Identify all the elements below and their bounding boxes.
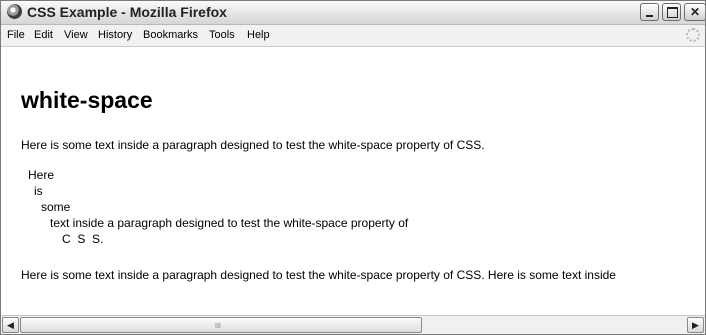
browser-window: CSS Example - Mozilla Firefox ✕ File Edi… — [0, 0, 706, 335]
maximize-button[interactable] — [662, 3, 681, 21]
pre-line-2: is — [34, 184, 43, 198]
paragraph-nowrap: Here is some text inside a paragraph des… — [21, 268, 616, 282]
right-arrow-icon: ▶ — [692, 320, 699, 330]
scroll-left-button[interactable]: ◀ — [2, 317, 19, 333]
close-icon: ✕ — [689, 5, 701, 19]
menu-tools[interactable]: Tools — [209, 29, 235, 41]
left-arrow-icon: ◀ — [7, 320, 14, 330]
window-title: CSS Example - Mozilla Firefox — [27, 4, 227, 20]
menu-view[interactable]: View — [64, 29, 88, 41]
menu-file[interactable]: File — [7, 29, 25, 41]
scrollbar-grip: III — [215, 323, 221, 330]
maximize-icon — [667, 7, 678, 18]
menu-bookmarks[interactable]: Bookmarks — [143, 29, 198, 41]
menu-history[interactable]: History — [98, 29, 132, 41]
menu-bar: File Edit View History Bookmarks Tools H… — [1, 25, 705, 47]
scrollbar-thumb[interactable]: III — [20, 317, 422, 333]
pre-line-3: some — [41, 200, 71, 214]
minimize-icon — [646, 15, 653, 17]
close-button[interactable]: ✕ — [684, 3, 705, 21]
page-content: white-space Here is some text inside a p… — [1, 47, 705, 287]
title-bar[interactable]: CSS Example - Mozilla Firefox ✕ — [1, 1, 705, 25]
horizontal-scrollbar[interactable]: ◀ III ▶ — [1, 315, 705, 334]
page-heading: white-space — [21, 87, 153, 113]
pre-line-1: Here — [28, 168, 55, 182]
pre-line-5: C S S. — [62, 232, 104, 246]
scroll-right-button[interactable]: ▶ — [687, 317, 704, 333]
firefox-icon — [7, 4, 22, 19]
menu-edit[interactable]: Edit — [34, 29, 53, 41]
pre-line-4: text inside a paragraph designed to test… — [50, 216, 409, 230]
paragraph-normal: Here is some text inside a paragraph des… — [21, 138, 485, 152]
menu-help[interactable]: Help — [247, 29, 270, 41]
minimize-button[interactable] — [640, 3, 659, 21]
activity-throbber-icon — [686, 28, 700, 42]
